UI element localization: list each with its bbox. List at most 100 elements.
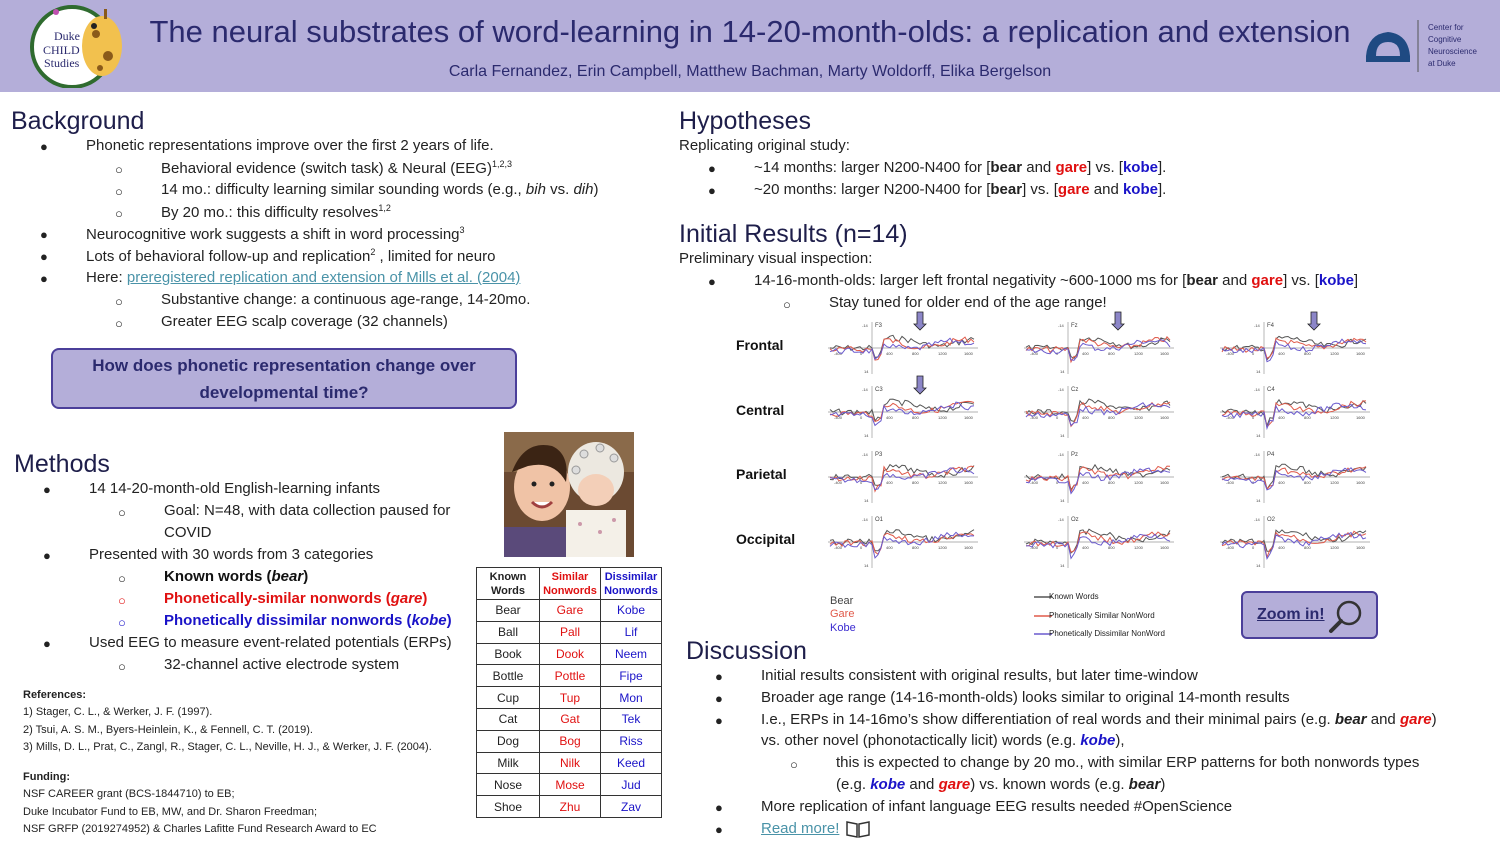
similar-nonword-cell: Pall — [539, 620, 601, 644]
x-tick-label: 400 — [886, 545, 893, 550]
channel-label: C3 — [875, 387, 883, 393]
x-tick-label: 1200 — [1134, 480, 1144, 485]
x-tick-label: 800 — [1108, 351, 1115, 356]
zoom-in-button[interactable]: Zoom in! — [1241, 591, 1378, 639]
sub-bullet-icon: ○ — [118, 615, 126, 630]
dissimilar-nonword-cell: Tek — [600, 707, 662, 731]
reference-3: 3) Mills, D. L., Prat, C., Zangl, R., St… — [23, 741, 432, 753]
known-word-cell: Bottle — [476, 664, 540, 688]
y-tick-label: 14 — [1256, 369, 1261, 374]
known-word-cell: Bear — [476, 599, 540, 622]
bullet-icon: ● — [715, 691, 723, 706]
similar-nonword-cell: Zhu — [539, 795, 601, 818]
x-tick-label: 800 — [1304, 545, 1311, 550]
x-tick-label: 800 — [912, 480, 919, 485]
y-tick-label: -14 — [862, 323, 869, 328]
sub-bullet-icon: ○ — [118, 505, 126, 520]
mills-replication-link[interactable]: preregistered replication and extension … — [127, 269, 521, 286]
bullet-icon: ● — [43, 636, 51, 651]
kobe-trace — [1221, 402, 1367, 431]
background-sub-3: By 20 mo.: this difficulty resolves1,2 — [161, 203, 391, 221]
methods-heading: Methods — [14, 450, 110, 478]
bullet-icon: ● — [715, 800, 723, 815]
x-tick-label: 1600 — [1356, 415, 1366, 420]
similar-nonword-cell: Pottle — [539, 664, 601, 688]
dissimilar-nonword-cell: Jud — [600, 773, 662, 797]
x-tick-label: -400 — [1226, 545, 1235, 550]
channel-label: Cz — [1071, 387, 1078, 393]
bullet-icon: ● — [40, 227, 48, 242]
table-row: Cup Tup Mon — [476, 686, 662, 709]
x-tick-label: 1200 — [938, 351, 948, 356]
y-tick-label: -14 — [1058, 452, 1065, 457]
legend-dissimilar-nonword: Phonetically Dissimilar NonWord — [1049, 629, 1165, 638]
y-tick-label: -14 — [1058, 387, 1065, 392]
table-row: Cat Gat Tek — [476, 707, 662, 731]
discussion-bullet-4: More replication of infant language EEG … — [761, 798, 1233, 815]
y-tick-label: 14 — [864, 433, 869, 438]
methods-dissimilar-nonwords: Phonetically dissimilar nonwords (kobe) — [164, 612, 452, 629]
kobe-trace — [1025, 339, 1171, 361]
sub-bullet-icon: ○ — [790, 757, 798, 772]
x-tick-label: 1200 — [1330, 480, 1340, 485]
sub-bullet-icon: ○ — [115, 294, 123, 309]
discussion-bullet-1: Initial results consistent with original… — [761, 667, 1198, 684]
y-tick-label: -14 — [1058, 323, 1065, 328]
bear-trace — [829, 334, 975, 358]
y-tick-label: 14 — [1060, 563, 1065, 568]
y-tick-label: 14 — [1256, 433, 1261, 438]
svg-text:CHILD: CHILD — [43, 43, 80, 57]
channel-label: F4 — [1267, 323, 1275, 329]
background-bullet-2: Neurocognitive work suggests a shift in … — [86, 225, 465, 243]
x-tick-label: 400 — [1082, 351, 1089, 356]
x-tick-label: 1200 — [938, 545, 948, 550]
kobe-trace — [829, 337, 975, 361]
x-tick-label: 1200 — [1330, 545, 1340, 550]
hypotheses-heading: Hypotheses — [679, 107, 812, 135]
kobe-trace — [1025, 533, 1171, 560]
known-word-cell: Cat — [476, 707, 540, 731]
dissimilar-nonword-cell: Lif — [600, 620, 662, 644]
background-sub-1: Behavioral evidence (switch task) & Neur… — [161, 159, 512, 177]
table-row: Dog Bog Riss — [476, 729, 662, 753]
x-tick-label: -400 — [1030, 480, 1039, 485]
results-bullet-1: 14-16-month-olds: larger left frontal ne… — [754, 272, 1359, 289]
read-more-link[interactable]: Read more! — [761, 820, 839, 837]
x-tick-label: 400 — [886, 415, 893, 420]
arrow-down-icon — [1111, 311, 1125, 331]
x-tick-label: 1600 — [964, 480, 974, 485]
bear-trace — [829, 529, 975, 552]
legend-similar-nonword: Phonetically Similar NonWord — [1049, 611, 1155, 620]
table-row: Book Dook Neem — [476, 642, 662, 666]
erp-plot-F4: F4-1414-400 0 400 800 1200 1600 — [1220, 311, 1370, 374]
zoom-in-label: Zoom in! — [1257, 606, 1325, 623]
x-tick-label: 400 — [1278, 351, 1285, 356]
bullet-icon: ● — [715, 669, 723, 684]
similar-nonword-cell: Mose — [539, 773, 601, 797]
bullet-icon: ● — [43, 482, 51, 497]
x-tick-label: 1600 — [964, 351, 974, 356]
row-label-parietal: Parietal — [736, 466, 787, 482]
methods-sub-3: 32-channel active electrode system — [164, 656, 400, 673]
x-tick-label: 400 — [886, 480, 893, 485]
channel-label: C4 — [1267, 387, 1275, 393]
similar-nonword-cell: Gare — [539, 599, 601, 622]
x-tick-label: 400 — [1082, 545, 1089, 550]
svg-text:Studies: Studies — [44, 56, 80, 70]
x-tick-label: 0 — [860, 545, 863, 550]
sub-bullet-icon: ○ — [115, 184, 123, 199]
channel-label: O1 — [875, 517, 884, 523]
bullet-icon: ● — [40, 139, 48, 154]
sub-bullet-icon: ○ — [115, 162, 123, 177]
dissimilar-nonword-cell: Fipe — [600, 664, 662, 688]
erp-plot-C3: C3-1414-400 0 400 800 1200 1600 — [828, 375, 978, 438]
bullet-icon: ● — [40, 271, 48, 286]
x-tick-label: 400 — [1082, 415, 1089, 420]
table-row: Nose Mose Jud — [476, 773, 662, 797]
x-tick-label: 400 — [1278, 545, 1285, 550]
x-tick-label: 800 — [1108, 415, 1115, 420]
known-word-cell: Nose — [476, 773, 540, 797]
methods-known-words: Known words (bear) — [164, 568, 309, 585]
legend-gare: Gare — [830, 608, 855, 620]
table-header-similar: Similar Nonwords — [539, 567, 601, 600]
